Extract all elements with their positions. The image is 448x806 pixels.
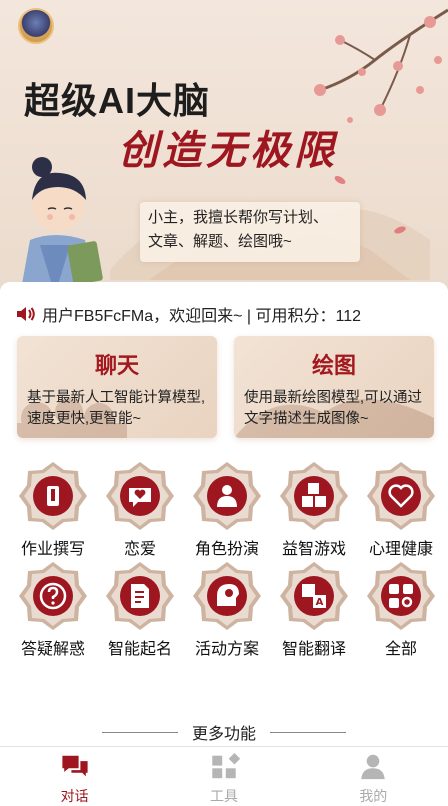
feature-item-label: 答疑解惑 (20, 641, 85, 658)
divider-line-right (270, 731, 346, 733)
heart-outline-icon (367, 462, 435, 530)
lightbulb-head-icon (193, 562, 261, 630)
draw-card[interactable]: 绘图 使用最新绘图模型,可以通过文字描述生成图像~ (234, 336, 434, 438)
character-illustration (20, 157, 103, 290)
tab-chat-label: 对话 (60, 788, 89, 804)
tab-tools-label: 工具 (209, 788, 238, 804)
question-icon (19, 562, 87, 630)
feature-item-label: 恋爱 (123, 541, 156, 558)
feature-item[interactable]: 作业撰写 (9, 460, 97, 559)
feature-item-label: 全部 (384, 641, 417, 658)
feature-item-label: 智能起名 (107, 641, 172, 658)
feature-item[interactable]: 答疑解惑 (9, 560, 97, 659)
feature-item[interactable]: 智能起名 (96, 560, 184, 659)
feature-item[interactable]: 心理健康 (357, 460, 445, 559)
main-content: 用户FB5FcFMa，欢迎回来~ | 可用积分：112 聊天 基于最新人工智能计… (0, 282, 448, 692)
feature-item-label: 活动方案 (194, 641, 259, 658)
tab-tools[interactable]: 工具 (149, 747, 298, 806)
tools-icon (212, 753, 240, 779)
more-features-divider: 更多功能 (0, 720, 448, 744)
feature-item-label: 智能翻译 (281, 641, 346, 658)
heart-chat-icon (106, 462, 174, 530)
chat-card-title: 聊天 (94, 353, 139, 379)
pencil-icon (19, 462, 87, 530)
divider-line-left (101, 731, 178, 733)
chat-card-desc: 基于最新人工智能计算模型,速度更快,更智能~ (27, 390, 206, 427)
translate-icon: A (280, 562, 348, 630)
speech-bubble: 小主，我擅长帮你写计划、 文章、解题、绘图哦~ (140, 202, 360, 262)
feature-item-label: 心理健康 (368, 541, 433, 558)
feature-item[interactable]: 活动方案 (183, 560, 271, 659)
speech-line-2: 文章、解题、绘图哦~ (148, 233, 292, 250)
hero-subtitle: 创造无极限 (118, 127, 338, 174)
speaker-icon (17, 307, 35, 321)
apps-search-icon (367, 562, 435, 630)
tab-profile-label: 我的 (359, 788, 388, 804)
feature-item-label: 益智游戏 (281, 541, 346, 558)
feature-item[interactable]: 角色扮演 (183, 460, 271, 559)
hero-banner: 超级AI大脑 创造无极限 小主，我擅长帮你写计划、 文章、解题、绘图哦~ (0, 0, 448, 290)
app-logo (18, 8, 54, 44)
more-features-label: 更多功能 (191, 726, 256, 743)
tab-profile[interactable]: 我的 (299, 747, 448, 806)
abc-blocks-icon (280, 462, 348, 530)
feature-item[interactable]: 益智游戏 (270, 460, 358, 559)
speech-line-1: 小主，我擅长帮你写计划、 (148, 209, 329, 226)
hero-title: 超级AI大脑 (24, 80, 211, 121)
feature-item[interactable]: A 智能翻译 (270, 560, 358, 659)
draw-card-desc: 使用最新绘图模型,可以通过文字描述生成图像~ (244, 390, 423, 427)
bottom-tab-bar: 对话 工具 我的 (0, 746, 448, 806)
feature-item[interactable]: 恋爱 (96, 460, 184, 559)
tab-chat[interactable]: 对话 (0, 747, 149, 806)
welcome-notice: 用户FB5FcFMa，欢迎回来~ | 可用积分：112 (16, 302, 361, 326)
svg-text:A: A (316, 597, 324, 608)
person-icon (193, 462, 261, 530)
feature-item[interactable]: 全部 (357, 560, 445, 659)
draw-card-title: 绘图 (311, 353, 356, 379)
feature-item-label: 作业撰写 (20, 541, 85, 558)
document-edit-icon (106, 562, 174, 630)
chat-icon (62, 755, 88, 777)
chat-card[interactable]: 聊天 基于最新人工智能计算模型,速度更快,更智能~ (17, 336, 217, 438)
user-icon (361, 754, 386, 780)
notice-text: 用户FB5FcFMa，欢迎回来~ | 可用积分：112 (42, 308, 362, 325)
feature-item-label: 角色扮演 (194, 541, 259, 558)
